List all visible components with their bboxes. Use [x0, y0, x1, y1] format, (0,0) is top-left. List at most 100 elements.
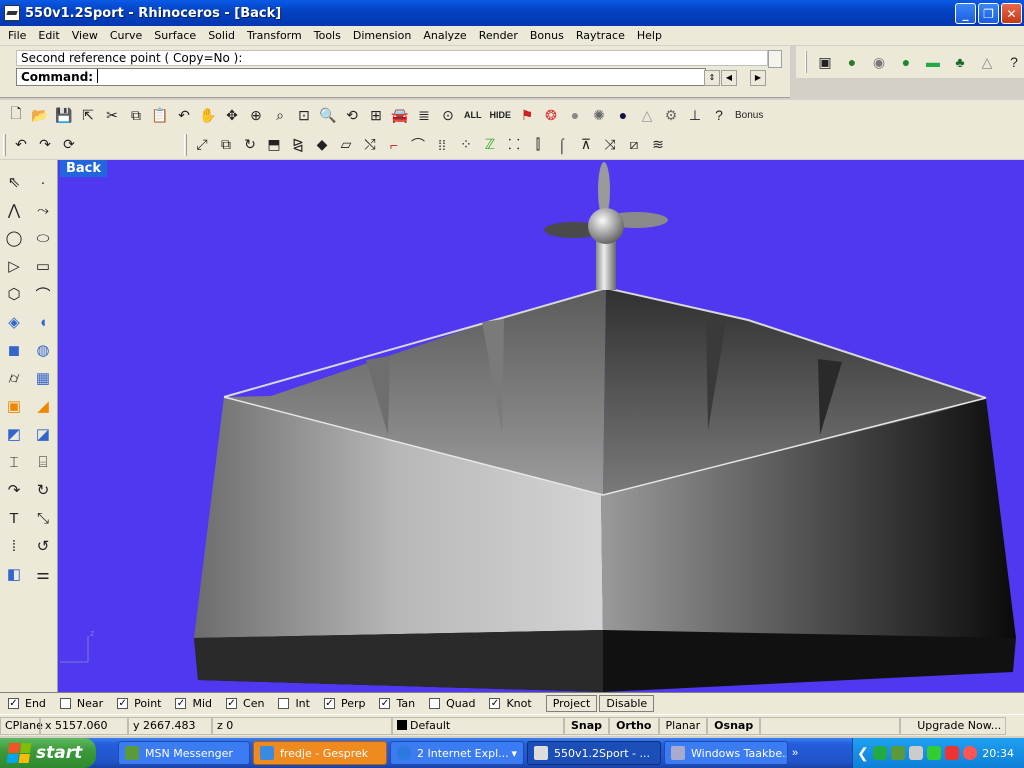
- tray-lifebuoy-icon[interactable]: [962, 746, 977, 760]
- save-icon[interactable]: 💾: [52, 103, 76, 127]
- menu-bonus[interactable]: Bonus: [524, 29, 570, 42]
- options-gear-icon[interactable]: ⚙: [659, 103, 683, 127]
- light-icon[interactable]: △: [635, 103, 659, 127]
- layout-icon[interactable]: ◧: [0, 560, 28, 588]
- menu-edit[interactable]: Edit: [32, 29, 65, 42]
- tray-volume-icon[interactable]: [908, 746, 923, 760]
- pan-icon[interactable]: ✋: [196, 103, 220, 127]
- command-history-scrollbar[interactable]: [768, 50, 782, 68]
- car-icon[interactable]: 🚘: [388, 103, 412, 127]
- material-sphere-icon[interactable]: ●: [894, 50, 918, 74]
- mesh-icon[interactable]: ▦: [29, 364, 57, 392]
- toolbar-grip[interactable]: [3, 133, 6, 156]
- box-solid-icon[interactable]: ◼: [0, 336, 28, 364]
- viewport-title[interactable]: Back: [60, 160, 108, 177]
- osnap-point-checkbox[interactable]: ✓: [117, 698, 129, 709]
- osnap-perp-checkbox[interactable]: ✓: [323, 698, 335, 709]
- import-icon[interactable]: ⇱: [76, 103, 100, 127]
- undo-icon[interactable]: ↶: [172, 103, 196, 127]
- shear-icon[interactable]: ▱: [334, 133, 358, 157]
- help-icon[interactable]: ?: [1002, 50, 1024, 74]
- render-save-icon[interactable]: ●: [840, 50, 864, 74]
- tray-network-icon[interactable]: [872, 746, 887, 760]
- taskbar-windows-taakbeheer[interactable]: Windows Taakbe...: [664, 741, 788, 765]
- tray-security-icon[interactable]: [944, 746, 959, 760]
- array-icon[interactable]: ⁞⁞: [430, 133, 454, 157]
- circle-icon[interactable]: ◯: [0, 224, 28, 252]
- back-viewport[interactable]: z Back: [58, 160, 1024, 692]
- align-icon[interactable]: ⫿: [526, 133, 550, 157]
- restore-button[interactable]: ❐: [978, 3, 999, 24]
- taskbar-overflow-icon[interactable]: »: [792, 747, 798, 759]
- edit-points-icon[interactable]: ◢: [29, 392, 57, 420]
- rotate-view-icon[interactable]: ✥: [220, 103, 244, 127]
- menu-surface[interactable]: Surface: [148, 29, 202, 42]
- extend-icon[interactable]: ⊼: [574, 133, 598, 157]
- curve-tools-icon[interactable]: ▣: [0, 392, 28, 420]
- zoom-extents-icon[interactable]: ⊡: [292, 103, 316, 127]
- curve-icon[interactable]: ▷: [0, 252, 28, 280]
- join-icon[interactable]: ⌸: [29, 448, 57, 476]
- ellipse-icon[interactable]: ⬭: [29, 224, 57, 252]
- rhino-app-icon[interactable]: [4, 5, 20, 21]
- osnap-mid-checkbox[interactable]: ✓: [175, 698, 187, 709]
- scale-icon[interactable]: ⬒: [262, 133, 286, 157]
- select-all-icon[interactable]: ⊙: [436, 103, 460, 127]
- toolbar-grip[interactable]: [805, 51, 807, 73]
- explode-icon[interactable]: ⤡: [29, 504, 57, 532]
- bend-icon[interactable]: ⌐: [382, 133, 406, 157]
- bonus-button[interactable]: Bonus: [731, 103, 767, 127]
- command-scroll-right-button[interactable]: ▶: [750, 70, 766, 86]
- minimize-button[interactable]: _: [955, 3, 976, 24]
- open-file-icon[interactable]: 📂: [28, 103, 52, 127]
- planar-toggle[interactable]: Planar: [658, 716, 708, 735]
- close-button[interactable]: ✕: [1001, 3, 1022, 24]
- dimension-icon[interactable]: ⊥: [683, 103, 707, 127]
- rotate-icon[interactable]: ↻: [238, 133, 262, 157]
- start-button[interactable]: start: [0, 738, 96, 768]
- redo-icon[interactable]: ↷: [33, 133, 57, 157]
- osnap-near-checkbox[interactable]: [59, 698, 71, 709]
- environment-icon[interactable]: ◉: [867, 50, 891, 74]
- upgrade-now-link[interactable]: Upgrade Now...: [900, 716, 1007, 735]
- menu-curve[interactable]: Curve: [104, 29, 148, 42]
- osnap-near[interactable]: Near: [59, 697, 103, 710]
- revolve-icon[interactable]: ◖: [29, 308, 57, 336]
- taskbar-conversation[interactable]: fredje - Gesprek: [253, 741, 387, 765]
- osnap-knot-checkbox[interactable]: ✓: [489, 698, 501, 709]
- snap-toggle[interactable]: Snap: [564, 716, 610, 735]
- orient-icon[interactable]: ◆: [310, 133, 334, 157]
- rectangle-icon[interactable]: ▭: [29, 252, 57, 280]
- taper-icon[interactable]: ⌒: [406, 133, 430, 157]
- taskbar-rhinoceros[interactable]: 550v1.2Sport - ...: [527, 741, 661, 765]
- menu-view[interactable]: View: [66, 29, 104, 42]
- command-scroll-left-button[interactable]: ◀: [721, 70, 737, 86]
- menu-help[interactable]: Help: [631, 29, 668, 42]
- menu-render[interactable]: Render: [473, 29, 524, 42]
- move-icon[interactable]: ⤢: [190, 133, 214, 157]
- menu-raytrace[interactable]: Raytrace: [570, 29, 631, 42]
- twist-icon[interactable]: ⤭: [358, 133, 382, 157]
- menu-transform[interactable]: Transform: [241, 29, 308, 42]
- tray-msn-icon[interactable]: [890, 746, 905, 760]
- toolbar-grip[interactable]: [184, 133, 187, 156]
- osnap-cen-checkbox[interactable]: ✓: [226, 698, 238, 709]
- osnap-cen[interactable]: ✓ Cen: [226, 697, 264, 710]
- render-sphere-icon[interactable]: ✺: [587, 103, 611, 127]
- arc-icon[interactable]: ⌒: [29, 280, 57, 308]
- polar-array-icon[interactable]: ⁘: [454, 133, 478, 157]
- osnap-knot[interactable]: ✓ Knot: [489, 697, 532, 710]
- boolean-icon[interactable]: ◩: [0, 420, 28, 448]
- osnap-project-button[interactable]: Project: [545, 695, 598, 712]
- shade-sphere-icon[interactable]: ●: [563, 103, 587, 127]
- taskbar-internet-explorer[interactable]: 2 Internet Expl... ▾: [390, 741, 524, 765]
- polyline-icon[interactable]: ⋀: [0, 196, 28, 224]
- split-icon[interactable]: ◪: [29, 420, 57, 448]
- tray-monitor-icon[interactable]: [926, 746, 941, 760]
- trim-icon[interactable]: ↷: [0, 476, 28, 504]
- osnap-mid[interactable]: ✓ Mid: [175, 697, 212, 710]
- osnap-end[interactable]: ✓ End: [8, 697, 46, 710]
- zoom-window-icon[interactable]: ⌕: [268, 103, 292, 127]
- cut-icon[interactable]: ✂: [100, 103, 124, 127]
- repeat-icon[interactable]: ⟳: [57, 133, 81, 157]
